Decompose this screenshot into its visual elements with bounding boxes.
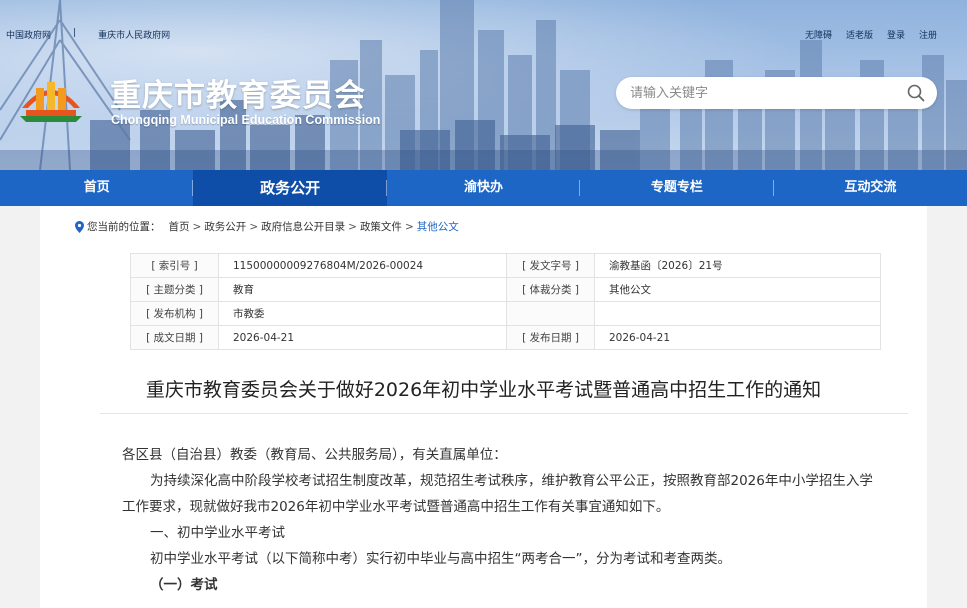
nav-item-home[interactable]: 首页 bbox=[0, 170, 194, 206]
meta-label-genre: [ 体裁分类 ] bbox=[506, 277, 595, 302]
table-row: [ 发布机构 ] 市教委 bbox=[130, 301, 881, 326]
link-cq-gov[interactable]: 重庆市人民政府网 bbox=[98, 28, 170, 41]
title-divider bbox=[100, 413, 908, 414]
header-banner: 中国政府网 | 重庆市人民政府网 无障碍 适老版 登录 注册 重庆市教育委员会 … bbox=[0, 0, 967, 170]
breadcrumb: 您当前的位置： 首页 > 政务公开 > 政府信息公开目录 > 政策文件 > 其他… bbox=[75, 219, 459, 234]
meta-value-written-date: 2026-04-21 bbox=[218, 325, 507, 350]
document-meta-table: [ 索引号 ] 11500000009276804M/2026-00024 [ … bbox=[130, 253, 881, 350]
nav-item-special-topics[interactable]: 专题专栏 bbox=[580, 170, 774, 206]
top-links-right: 无障碍 适老版 登录 注册 bbox=[805, 28, 937, 41]
table-row: [ 索引号 ] 11500000009276804M/2026-00024 [ … bbox=[130, 253, 881, 278]
section-heading: 一、初中学业水平考试 bbox=[150, 525, 285, 541]
link-gov-cn[interactable]: 中国政府网 bbox=[6, 28, 51, 41]
breadcrumb-info-catalog[interactable]: 政府信息公开目录 bbox=[261, 219, 345, 234]
search-icon[interactable] bbox=[907, 84, 925, 102]
meta-label-written-date: [ 成文日期 ] bbox=[130, 325, 219, 350]
link-accessibility[interactable]: 无障碍 bbox=[805, 28, 832, 41]
site-subtitle: Chongqing Municipal Education Commission bbox=[111, 113, 381, 127]
nav-item-yukuaiban[interactable]: 渝快办 bbox=[387, 170, 581, 206]
breadcrumb-government-affairs[interactable]: 政务公开 bbox=[204, 219, 246, 234]
content-panel: 您当前的位置： 首页 > 政务公开 > 政府信息公开目录 > 政策文件 > 其他… bbox=[40, 206, 927, 608]
table-row: [ 成文日期 ] 2026-04-21 [ 发布日期 ] 2026-04-21 bbox=[130, 325, 881, 350]
meta-label-publish-date: [ 发布日期 ] bbox=[506, 325, 595, 350]
document-body: 各区县（自治县）教委（教育局、公共服务局），有关直属单位： 为持续深化高中阶段学… bbox=[122, 442, 882, 598]
breadcrumb-separator: > bbox=[192, 220, 202, 233]
meta-label-doc-number: [ 发文字号 ] bbox=[506, 253, 595, 278]
meta-value-genre: 其他公文 bbox=[594, 277, 881, 302]
breadcrumb-home[interactable]: 首页 bbox=[169, 219, 190, 234]
paragraph: 为持续深化高中阶段学校考试招生制度改革，规范招生考试秩序，维护教育公平公正，按照… bbox=[122, 473, 873, 515]
breadcrumb-current[interactable]: 其他公文 bbox=[417, 219, 459, 234]
top-links-left: 中国政府网 | 重庆市人民政府网 bbox=[6, 28, 170, 41]
breadcrumb-separator: > bbox=[404, 220, 414, 233]
commission-logo-icon[interactable] bbox=[18, 68, 84, 124]
meta-label-topic: [ 主题分类 ] bbox=[130, 277, 219, 302]
meta-value-index-no: 11500000009276804M/2026-00024 bbox=[218, 253, 507, 278]
main-nav: 首页 政务公开 渝快办 专题专栏 互动交流 bbox=[0, 170, 967, 206]
breadcrumb-separator: > bbox=[348, 220, 357, 233]
meta-empty-cell bbox=[594, 301, 881, 326]
meta-value-doc-number: 渝教基函〔2026〕21号 bbox=[594, 253, 881, 278]
nav-item-interaction[interactable]: 互动交流 bbox=[774, 170, 967, 206]
breadcrumb-prefix: 您当前的位置： bbox=[87, 221, 161, 233]
paragraph: 初中学业水平考试（以下简称中考）实行初中毕业与高中招生“两考合一”，分为考试和考… bbox=[150, 551, 731, 567]
meta-empty-cell bbox=[506, 301, 595, 326]
link-login[interactable]: 登录 bbox=[887, 28, 905, 41]
nav-item-government-affairs[interactable]: 政务公开 bbox=[193, 170, 387, 206]
meta-label-publisher: [ 发布机构 ] bbox=[130, 301, 219, 326]
top-link-separator: | bbox=[73, 28, 77, 38]
search-input[interactable] bbox=[630, 83, 900, 103]
breadcrumb-policy-docs[interactable]: 政策文件 bbox=[360, 219, 402, 234]
site-title[interactable]: 重庆市教育委员会 bbox=[110, 70, 366, 115]
salutation: 各区县（自治县）教委（教育局、公共服务局），有关直属单位： bbox=[122, 447, 507, 463]
location-pin-icon bbox=[75, 220, 84, 233]
breadcrumb-separator: > bbox=[249, 220, 259, 233]
subsection-heading: （一）考试 bbox=[150, 577, 218, 593]
document-title: 重庆市教育委员会关于做好2026年初中学业水平考试暨普通高中招生工作的通知 bbox=[145, 379, 822, 401]
link-elderly-mode[interactable]: 适老版 bbox=[846, 28, 873, 41]
meta-value-publisher: 市教委 bbox=[218, 301, 507, 326]
link-register[interactable]: 注册 bbox=[919, 28, 937, 41]
table-row: [ 主题分类 ] 教育 [ 体裁分类 ] 其他公文 bbox=[130, 277, 881, 302]
meta-value-publish-date: 2026-04-21 bbox=[594, 325, 881, 350]
meta-label-index-no: [ 索引号 ] bbox=[130, 253, 219, 278]
meta-value-topic: 教育 bbox=[218, 277, 507, 302]
search-box bbox=[616, 77, 937, 109]
